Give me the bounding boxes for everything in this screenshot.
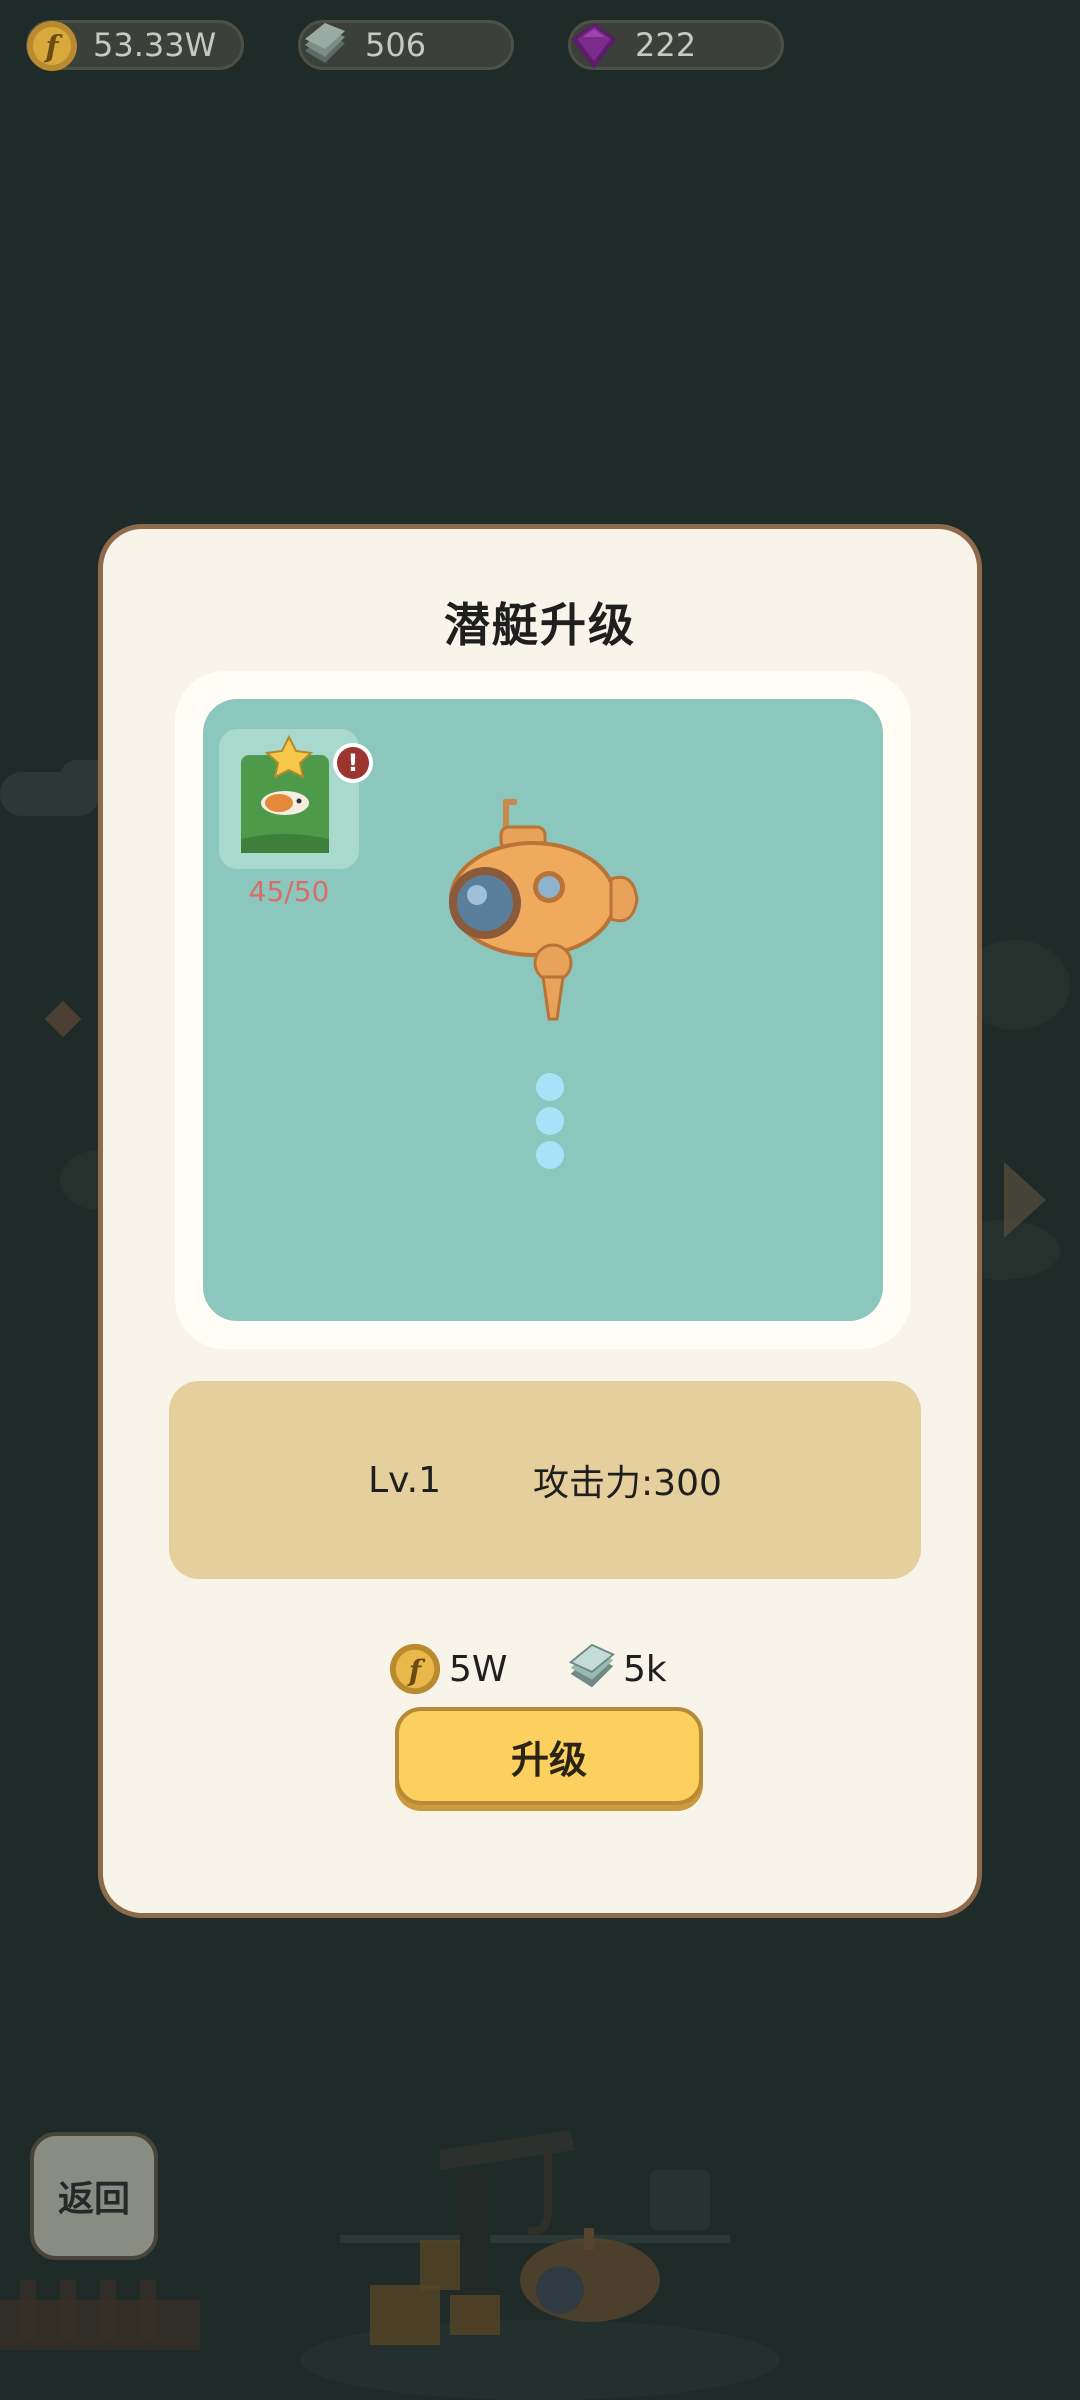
alert-icon: ! xyxy=(337,747,369,779)
stats-panel: Lv.1 攻击力:300 xyxy=(169,1381,921,1579)
bubble xyxy=(536,1141,564,1169)
submarine-icon xyxy=(449,799,639,1021)
material-cost-amount: 5k xyxy=(623,1648,667,1690)
dialog-title: 潜艇升级 xyxy=(444,598,636,652)
gold-counter: f 53.33W xyxy=(26,20,244,71)
material-amount: 506 xyxy=(365,26,427,64)
blueprint-progress: 45/50 xyxy=(248,875,330,908)
purple-gem-icon xyxy=(571,23,617,69)
back-button[interactable]: 返回 xyxy=(30,2132,158,2260)
steel-plate-icon xyxy=(568,1643,616,1688)
upgrade-button[interactable]: 升级 xyxy=(395,1707,703,1805)
gold-cost-amount: 5W xyxy=(449,1648,508,1690)
submarine-upgrade-dialog: 潜艇升级 ! 45/50 Lv.1 攻击力:300 f 5W 5k 升级 xyxy=(98,524,982,1918)
bubble xyxy=(536,1073,564,1101)
material-cost: 5k xyxy=(563,1639,667,1699)
submarine-preview: ! 45/50 xyxy=(203,699,883,1321)
gem-amount: 222 xyxy=(635,26,697,64)
gem-counter: 222 xyxy=(568,20,784,70)
material-counter: 506 xyxy=(298,20,514,70)
blueprint-card[interactable]: ! xyxy=(219,729,373,869)
steel-plate-icon xyxy=(305,23,345,63)
gold-cost: f 5W xyxy=(387,1639,508,1699)
bubble xyxy=(536,1107,564,1135)
alert-badge: ! xyxy=(333,743,373,783)
gold-coin-icon: f xyxy=(389,1643,441,1695)
gold-amount: 53.33W xyxy=(93,26,217,64)
level-text: Lv.1 xyxy=(368,1459,442,1501)
gold-coin-icon: f xyxy=(27,21,77,71)
attack-text: 攻击力:300 xyxy=(533,1463,722,1504)
preview-frame: ! 45/50 xyxy=(175,671,911,1349)
